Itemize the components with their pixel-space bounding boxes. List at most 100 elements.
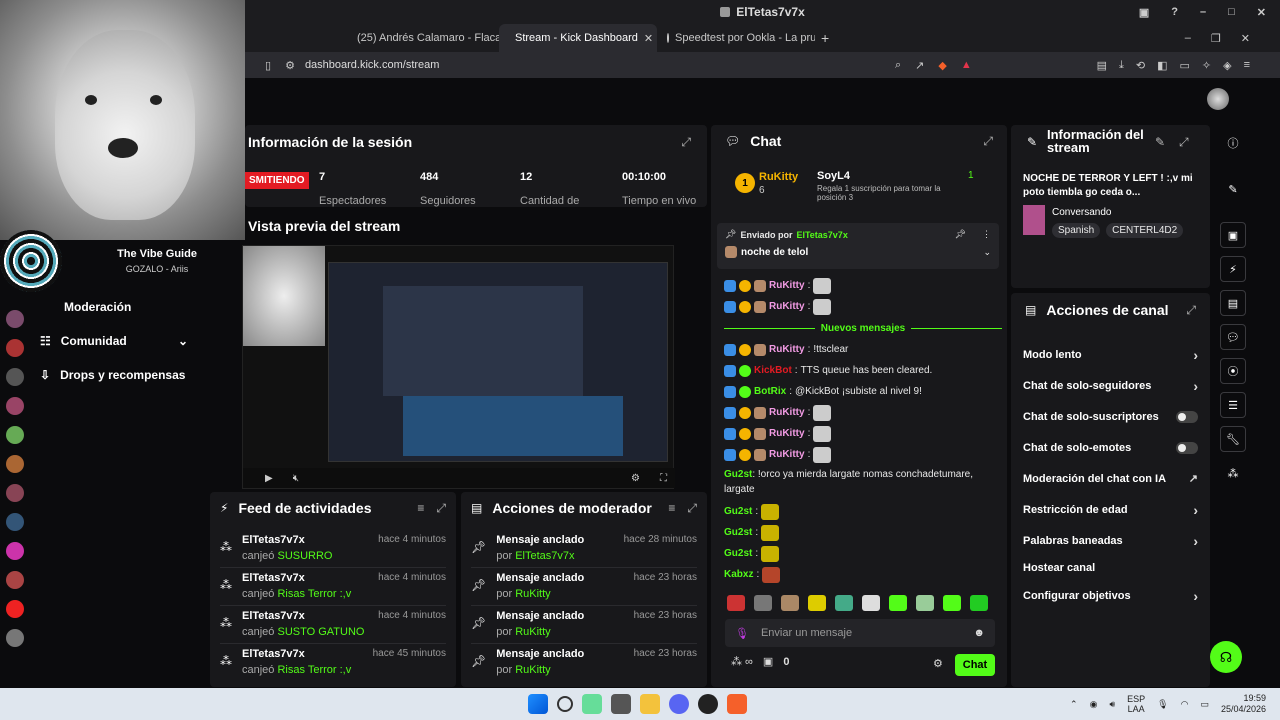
action-followers-only[interactable]: Chat de solo-seguidores › (1011, 370, 1210, 401)
zoom-icon[interactable]: ⌕ (895, 59, 901, 72)
nav-drops[interactable]: ⇩ Drops y recompensas (0, 358, 208, 392)
emote-button[interactable] (943, 595, 961, 611)
history-icon[interactable]: ⟲ (1136, 59, 1145, 72)
more-icon[interactable]: ⋮ (982, 229, 991, 240)
network-icon[interactable]: ◉ (1090, 699, 1098, 710)
play-icon[interactable]: ▶ (265, 473, 273, 484)
stream-preview-video[interactable]: ▶ 🔇︎ ⚙ ⛶ (242, 245, 675, 489)
clock-time[interactable]: 19:59 (1221, 693, 1266, 704)
tab-close-icon[interactable]: ✕ (644, 32, 653, 45)
tag-chip[interactable]: CENTERL4D2 (1106, 223, 1184, 238)
profile-avatar[interactable] (1207, 88, 1229, 110)
emote-button[interactable] (889, 595, 907, 611)
tab-kick-dashboard[interactable]: Stream - Kick Dashboard ✕ (499, 24, 657, 52)
folder-icon[interactable] (640, 694, 660, 714)
minimize-icon[interactable]: – (1185, 32, 1191, 45)
expand-icon[interactable]: ⤢ (1186, 303, 1196, 318)
emote-button[interactable] (862, 595, 880, 611)
mic-icon[interactable]: 🎙︎ (1157, 699, 1168, 710)
wallet-icon[interactable]: ▭ (1179, 59, 1189, 72)
list-icon[interactable]: ☰ (1220, 392, 1246, 418)
avatar[interactable] (6, 513, 24, 531)
avatar[interactable] (6, 310, 24, 328)
chevron-down-icon[interactable]: ⌄ (983, 247, 991, 258)
app-icon[interactable] (582, 694, 602, 714)
tray-chevron-icon[interactable]: ⌃ (1070, 699, 1078, 710)
pinned-message[interactable]: 📌︎ Enviado por ElTetas7v7x 📌︎ ⋮ noche de… (717, 223, 999, 269)
chat-settings-icon[interactable]: ⚙ (933, 657, 943, 670)
expand-icon[interactable]: ⤢ (687, 501, 697, 516)
expand-icon[interactable]: ⤢ (436, 501, 446, 516)
close-icon[interactable]: ✕ (1241, 32, 1250, 45)
maximize-icon[interactable]: □ (1228, 6, 1235, 19)
wrench-icon[interactable]: 🔧︎ (1220, 426, 1246, 452)
gift-icon[interactable]: ▣ (763, 655, 773, 668)
app-icon[interactable] (611, 694, 631, 714)
input-language[interactable]: ESP (1127, 694, 1145, 704)
reader-icon[interactable]: ▤ (1097, 59, 1107, 72)
action-age-restriction[interactable]: Restricción de edad › (1011, 494, 1210, 525)
restore-icon[interactable]: ❐ (1211, 32, 1221, 45)
expand-icon[interactable]: ⤢ (1179, 135, 1189, 150)
tab-speedtest[interactable]: Speedtest por Ookla - La prueba de (657, 24, 815, 52)
search-icon[interactable] (557, 696, 573, 712)
edit-icon[interactable]: ✎ (1220, 176, 1246, 202)
avatar[interactable] (6, 368, 24, 386)
lightning-icon[interactable]: ⚡︎ (1220, 256, 1246, 282)
nav-moderacion[interactable]: Moderación (0, 290, 208, 324)
close-icon[interactable]: ✕ (1257, 6, 1266, 19)
avatar[interactable] (6, 571, 24, 589)
emote-button[interactable] (835, 595, 853, 611)
battery-icon[interactable]: ▭ (1200, 699, 1209, 710)
action-emotes-only[interactable]: Chat de solo-emotes (1011, 432, 1210, 463)
emote-button[interactable] (781, 595, 799, 611)
avatar[interactable] (6, 397, 24, 415)
camera-icon[interactable]: ▣ (1220, 222, 1246, 248)
avatar[interactable] (6, 455, 24, 473)
unpin-icon[interactable]: 📌︎ (955, 229, 966, 240)
avatar[interactable] (6, 426, 24, 444)
emote-button[interactable] (970, 595, 988, 611)
download-icon[interactable]: ⤓ (1119, 59, 1124, 72)
toggle-switch[interactable] (1176, 410, 1198, 423)
broadcast-icon[interactable]: ⦿ (1220, 358, 1246, 384)
chat-input[interactable]: 🎙︎ Enviar un mensaje ☻ (725, 619, 995, 647)
leo-icon[interactable]: ✧ (1202, 59, 1211, 72)
site-info-icon[interactable]: ⚙ (285, 59, 295, 72)
filter-icon[interactable]: ≡ (668, 501, 675, 515)
windows-start-icon[interactable] (528, 694, 548, 714)
share-icon[interactable]: ↗ (915, 59, 924, 72)
brave-shield-icon[interactable]: ◆ (938, 59, 946, 72)
emote-button[interactable] (916, 595, 934, 611)
community-icon[interactable]: ⁂ (1220, 460, 1246, 486)
nav-comunidad[interactable]: ☷ Comunidad ⌄ (0, 324, 208, 358)
screenshot-icon[interactable]: ▣ (1139, 6, 1149, 19)
avatar[interactable] (6, 629, 24, 647)
minimize-icon[interactable]: – (1200, 6, 1206, 19)
avatar[interactable] (6, 339, 24, 357)
emote-button[interactable] (808, 595, 826, 611)
action-ai-moderation[interactable]: Moderación del chat con IA ↗ (1011, 463, 1210, 494)
support-button[interactable]: ☊ (1210, 641, 1242, 673)
volume-icon[interactable]: 🔊︎ (1109, 699, 1115, 710)
help-icon[interactable]: ? (1171, 6, 1178, 19)
send-chat-button[interactable]: Chat (955, 654, 995, 676)
avatar[interactable] (6, 484, 24, 502)
edit-icon[interactable]: ✎ (1155, 135, 1165, 149)
url-field[interactable]: dashboard.kick.com/stream (305, 59, 440, 71)
sidebar-icon[interactable]: ◧ (1157, 59, 1167, 72)
toggle-switch[interactable] (1176, 441, 1198, 454)
menu-icon[interactable]: ≡ (1244, 59, 1250, 72)
info-icon[interactable]: ⓘ (1220, 130, 1246, 156)
emote-button[interactable] (727, 595, 745, 611)
action-slow-mode[interactable]: Modo lento › (1011, 339, 1210, 370)
bookmark-icon[interactable]: ▯ (265, 59, 271, 72)
expand-icon[interactable]: ⤢ (983, 134, 993, 149)
vpn-icon[interactable]: ◈ (1223, 59, 1231, 72)
tag-chip[interactable]: Spanish (1052, 223, 1101, 238)
points-icon[interactable]: ⁂ ∞ (731, 655, 753, 668)
action-configure-goals[interactable]: Configurar objetivos › (1011, 580, 1210, 611)
tab-youtube[interactable]: (25) Andrés Calamaro - Flaca (Videoc (341, 24, 499, 52)
discord-icon[interactable] (669, 694, 689, 714)
action-host-channel[interactable]: Hostear canal (1011, 556, 1210, 580)
